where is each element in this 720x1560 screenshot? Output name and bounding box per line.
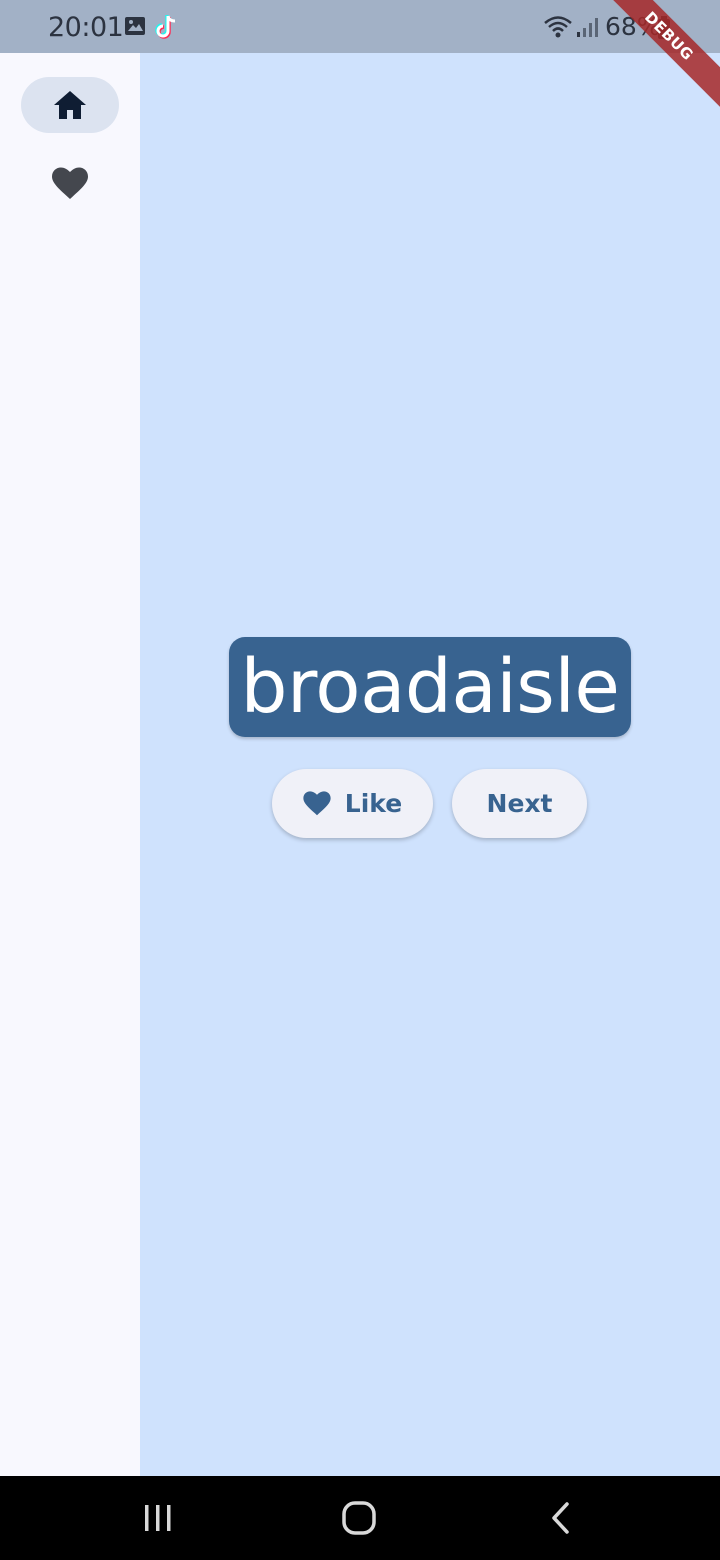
home-circle-icon[interactable] <box>340 1498 380 1543</box>
favorite-icon <box>52 167 88 200</box>
word-pair-text: broadaisle <box>240 644 620 730</box>
main-content: broadaisle Like Next <box>140 53 720 1476</box>
status-time: 20:01 <box>48 12 124 43</box>
gallery-icon <box>124 16 146 41</box>
navigation-rail <box>0 53 140 1476</box>
nav-item-home[interactable] <box>21 77 119 133</box>
tiktok-icon <box>155 14 179 45</box>
back-icon[interactable] <box>546 1498 576 1543</box>
home-icon <box>53 90 87 120</box>
nav-item-favorites[interactable] <box>21 155 119 211</box>
status-bar: 20:01 68% DEBUG <box>0 0 720 114</box>
system-navigation-bar <box>0 1476 720 1560</box>
like-button[interactable]: Like <box>272 769 433 838</box>
favorite-icon <box>303 791 331 816</box>
like-button-label: Like <box>344 789 403 818</box>
next-button-label: Next <box>486 789 553 818</box>
signal-icon <box>576 16 600 43</box>
next-button[interactable]: Next <box>452 769 587 838</box>
word-card: broadaisle <box>229 637 631 737</box>
recents-icon[interactable] <box>142 1498 174 1543</box>
wifi-icon <box>543 15 573 44</box>
